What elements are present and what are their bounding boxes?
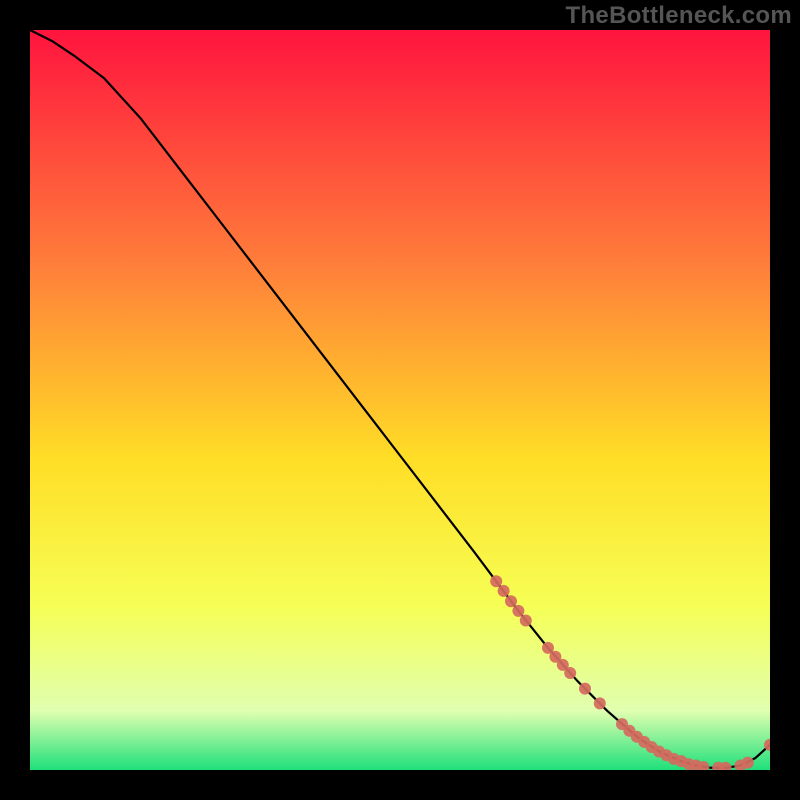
gradient-background <box>30 30 770 770</box>
marker-point <box>505 595 517 607</box>
chart-frame: TheBottleneck.com <box>0 0 800 800</box>
marker-point <box>594 697 606 709</box>
marker-point <box>498 585 510 597</box>
marker-point <box>512 605 524 617</box>
plot-area <box>30 30 770 770</box>
marker-point <box>520 615 532 627</box>
marker-point <box>564 667 576 679</box>
marker-point <box>742 757 754 769</box>
marker-point <box>490 575 502 587</box>
chart-svg <box>30 30 770 770</box>
marker-point <box>579 683 591 695</box>
watermark-text: TheBottleneck.com <box>566 2 792 30</box>
